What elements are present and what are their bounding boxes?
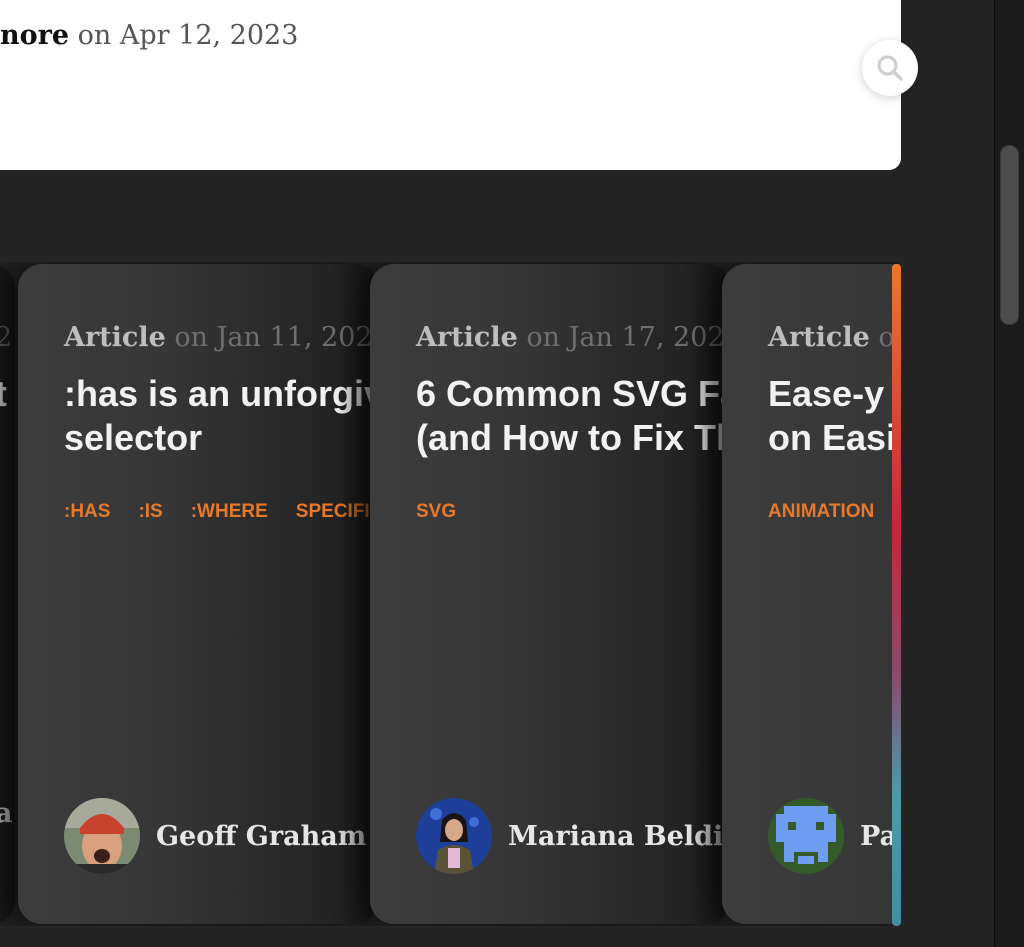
avatar-photo-icon — [416, 798, 492, 874]
article-title-line: 6 Common SVG Fails — [416, 373, 730, 414]
article-title-line: selector — [64, 417, 203, 458]
tag-is[interactable]: :is — [138, 501, 162, 523]
article-author[interactable]: a — [0, 798, 13, 829]
tag-specificity[interactable]: specificity — [296, 501, 378, 523]
page-scrollbar-track[interactable] — [994, 0, 1024, 947]
author-avatar[interactable] — [768, 798, 844, 874]
article-author[interactable]: Mariana Beldi — [416, 798, 723, 874]
author-avatar[interactable] — [64, 798, 140, 874]
article-card[interactable]: Article on Jan 11, 2023 :has is an unfor… — [18, 264, 378, 924]
article-date: on Jan 17, 2023 — [526, 322, 730, 353]
avatar-photo-icon — [64, 798, 140, 874]
article-meta: 2 — [0, 322, 12, 353]
article-date: on Jan 11, 2023 — [174, 322, 378, 353]
article-title-line: :has is an unforgiving — [64, 373, 378, 414]
featured-article-card[interactable]: nore on Apr 12, 2023 — [0, 0, 901, 170]
page-scrollbar-thumb[interactable] — [1000, 145, 1019, 325]
tag-where[interactable]: :where — [191, 501, 268, 523]
article-tags: animation — [768, 501, 874, 523]
article-title-line: on Easing — [768, 417, 900, 458]
article-title[interactable]: t — [0, 372, 7, 416]
article-type[interactable]: Article — [768, 322, 870, 353]
article-meta: Article on Jan 18, 2023 — [768, 322, 900, 353]
article-carousel[interactable]: 2 t a Article on Jan 11, 2023 :has is an… — [0, 262, 900, 926]
article-card[interactable]: Article on Jan 17, 2023 6 Common SVG Fai… — [370, 264, 730, 924]
author-avatar[interactable] — [416, 798, 492, 874]
article-meta: Article on Jan 17, 2023 — [416, 322, 730, 353]
featured-author-name[interactable]: nore — [0, 20, 69, 51]
author-name: Geoff Graham — [156, 820, 367, 852]
article-author[interactable]: Paul — [768, 798, 900, 874]
search-icon — [877, 55, 903, 81]
article-card-offscreen[interactable]: 2 t a — [0, 264, 15, 924]
tag-animation[interactable]: animation — [768, 501, 874, 523]
article-title-line: Ease-y Breezy — [768, 373, 900, 414]
author-name: a — [0, 798, 13, 829]
tag-svg[interactable]: SVG — [416, 501, 456, 523]
article-type[interactable]: Article — [64, 322, 166, 353]
featured-article-date: on Apr 12, 2023 — [77, 20, 299, 51]
article-tags: :has :is :where specificity — [64, 501, 378, 523]
article-title-line: (and How to Fix Them) — [416, 417, 730, 458]
tag-has[interactable]: :has — [64, 501, 110, 523]
article-author[interactable]: Geoff Graham — [64, 798, 366, 874]
article-meta: Article on Jan 11, 2023 — [64, 322, 378, 353]
article-type[interactable]: Article — [416, 322, 518, 353]
search-button[interactable] — [862, 40, 918, 96]
article-date: 2 — [0, 322, 13, 353]
page: nore on Apr 12, 2023 2 t a Article on Ja… — [0, 0, 1024, 947]
article-title[interactable]: :has is an unforgiving selector — [64, 372, 378, 460]
article-title[interactable]: Ease-y Breezy on Easing — [768, 372, 900, 460]
article-tags: SVG — [416, 501, 456, 523]
avatar-pixel-icon — [768, 798, 844, 874]
carousel-edge-gradient-bar — [892, 264, 901, 926]
featured-article-meta: nore on Apr 12, 2023 — [0, 20, 298, 51]
article-card[interactable]: Article on Jan 18, 2023 Ease-y Breezy on… — [722, 264, 900, 924]
article-title-line: t — [0, 373, 7, 414]
author-name: Mariana Beldi — [508, 820, 724, 852]
article-title[interactable]: 6 Common SVG Fails (and How to Fix Them) — [416, 372, 730, 460]
